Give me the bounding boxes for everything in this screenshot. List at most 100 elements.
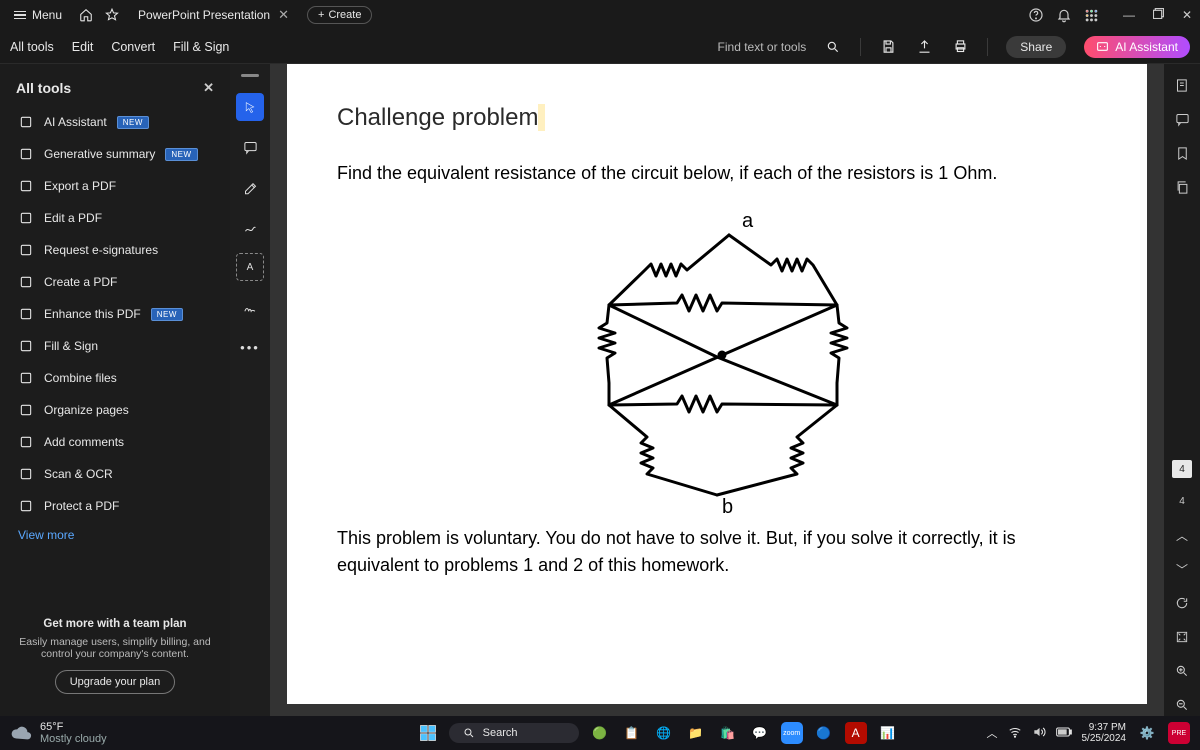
page-up-icon[interactable]: ︿ bbox=[1171, 524, 1193, 546]
ai-assistant-button[interactable]: AI Assistant bbox=[1084, 36, 1190, 58]
right-rail: 4 4 ︿ ﹀ bbox=[1164, 64, 1200, 716]
highlight-tool[interactable] bbox=[236, 173, 264, 201]
rotate-icon[interactable] bbox=[1171, 592, 1193, 614]
apps-icon[interactable] bbox=[1083, 6, 1101, 24]
sidebar-item-label: Edit a PDF bbox=[44, 211, 102, 225]
tab-all-tools[interactable]: All tools bbox=[10, 40, 54, 54]
share-button[interactable]: Share bbox=[1006, 36, 1066, 58]
minimize-icon[interactable]: — bbox=[1123, 8, 1135, 22]
close-panel-icon[interactable]: ✕ bbox=[203, 80, 214, 96]
document-tab[interactable]: PowerPoint Presentation ✕ bbox=[130, 7, 297, 23]
tray-app-2[interactable]: PRE bbox=[1168, 722, 1190, 744]
annotation-toolbar: A ••• bbox=[230, 64, 270, 716]
tool-icon bbox=[18, 338, 34, 354]
tray-app-1[interactable]: ⚙️ bbox=[1136, 722, 1158, 744]
sidebar-item[interactable]: Generative summaryNEW bbox=[10, 140, 220, 168]
bell-icon[interactable] bbox=[1055, 6, 1073, 24]
find-label[interactable]: Find text or tools bbox=[718, 40, 807, 54]
taskbar-edge[interactable]: 🌐 bbox=[653, 722, 675, 744]
view-more-link[interactable]: View more bbox=[10, 520, 220, 550]
tab-convert[interactable]: Convert bbox=[111, 40, 155, 54]
temperature: 65°F bbox=[40, 721, 107, 733]
wifi-icon[interactable] bbox=[1008, 725, 1022, 742]
star-icon[interactable] bbox=[104, 7, 120, 23]
sidebar-item[interactable]: Request e-signatures bbox=[10, 236, 220, 264]
sign-tool[interactable] bbox=[236, 293, 264, 321]
conditions: Mostly cloudy bbox=[40, 733, 107, 745]
panel-icon-1[interactable] bbox=[1171, 74, 1193, 96]
sidebar-item[interactable]: Combine files bbox=[10, 364, 220, 392]
taskbar-search[interactable]: Search bbox=[449, 723, 579, 743]
taskbar-store[interactable]: 🛍️ bbox=[717, 722, 739, 744]
clock[interactable]: 9:37 PM 5/25/2024 bbox=[1082, 722, 1127, 745]
sidebar-item[interactable]: Scan & OCR bbox=[10, 460, 220, 488]
page-current[interactable]: 4 bbox=[1172, 460, 1192, 478]
svg-text:a: a bbox=[742, 210, 754, 232]
taskbar-app-1[interactable]: 🟢 bbox=[589, 722, 611, 744]
save-icon[interactable] bbox=[879, 38, 897, 56]
zoom-out-icon[interactable] bbox=[1171, 694, 1193, 716]
start-icon[interactable] bbox=[417, 722, 439, 744]
new-badge: NEW bbox=[117, 116, 149, 129]
taskbar-chrome[interactable]: 🔵 bbox=[813, 722, 835, 744]
new-badge: NEW bbox=[151, 308, 183, 321]
sidebar-item[interactable]: Create a PDF bbox=[10, 268, 220, 296]
weather-widget[interactable]: 65°F Mostly cloudy bbox=[10, 721, 107, 745]
document-viewport[interactable]: Challenge problem Find the equivalent re… bbox=[270, 64, 1164, 716]
zoom-in-icon[interactable] bbox=[1171, 660, 1193, 682]
title-bar: Menu PowerPoint Presentation ✕ + Create … bbox=[0, 0, 1200, 30]
fit-icon[interactable] bbox=[1171, 626, 1193, 648]
upload-icon[interactable] bbox=[915, 38, 933, 56]
taskbar-app-3[interactable]: 📊 bbox=[877, 722, 899, 744]
select-tool[interactable] bbox=[236, 93, 264, 121]
taskbar-app-2[interactable]: 📋 bbox=[621, 722, 643, 744]
sidebar-item[interactable]: Protect a PDF bbox=[10, 492, 220, 520]
home-icon[interactable] bbox=[78, 7, 94, 23]
taskbar-acrobat[interactable]: A bbox=[845, 722, 867, 744]
volume-icon[interactable] bbox=[1032, 725, 1046, 742]
search-icon[interactable] bbox=[824, 38, 842, 56]
tool-icon bbox=[18, 466, 34, 482]
sidebar-item-label: Create a PDF bbox=[44, 275, 117, 289]
sidebar-item[interactable]: Enhance this PDFNEW bbox=[10, 300, 220, 328]
copy-icon[interactable] bbox=[1171, 176, 1193, 198]
tray-chevron-icon[interactable]: ︿ bbox=[987, 725, 998, 741]
close-tab-icon[interactable]: ✕ bbox=[278, 7, 289, 23]
maximize-icon[interactable] bbox=[1153, 8, 1164, 22]
upgrade-button[interactable]: Upgrade your plan bbox=[55, 670, 176, 694]
more-tools[interactable]: ••• bbox=[236, 333, 264, 361]
tab-edit[interactable]: Edit bbox=[72, 40, 94, 54]
page-down-icon[interactable]: ﹀ bbox=[1171, 558, 1193, 580]
system-tray[interactable]: ︿ 9:37 PM 5/25/2024 ⚙️ PRE bbox=[987, 722, 1191, 745]
panel-icon-2[interactable] bbox=[1171, 108, 1193, 130]
tool-icon bbox=[18, 178, 34, 194]
bookmark-icon[interactable] bbox=[1171, 142, 1193, 164]
battery-icon[interactable] bbox=[1056, 726, 1072, 741]
hamburger-icon bbox=[14, 11, 26, 20]
sidebar-item[interactable]: Fill & Sign bbox=[10, 332, 220, 360]
print-icon[interactable] bbox=[951, 38, 969, 56]
sidebar-item[interactable]: Organize pages bbox=[10, 396, 220, 424]
taskbar-discord[interactable]: 💬 bbox=[749, 722, 771, 744]
svg-text:b: b bbox=[722, 496, 733, 515]
menu-label: Menu bbox=[32, 8, 62, 22]
sidebar-item[interactable]: Edit a PDF bbox=[10, 204, 220, 232]
tab-fill-sign[interactable]: Fill & Sign bbox=[173, 40, 229, 54]
draw-tool[interactable] bbox=[236, 213, 264, 241]
create-button[interactable]: + Create bbox=[307, 6, 372, 24]
taskbar-explorer[interactable]: 📁 bbox=[685, 722, 707, 744]
text-tool[interactable]: A bbox=[236, 253, 264, 281]
sidebar-item[interactable]: Export a PDF bbox=[10, 172, 220, 200]
comment-tool[interactable] bbox=[236, 133, 264, 161]
sidebar-item[interactable]: AI AssistantNEW bbox=[10, 108, 220, 136]
taskbar-zoom[interactable]: zoom bbox=[781, 722, 803, 744]
menu-button[interactable]: Menu bbox=[8, 4, 68, 26]
drag-handle[interactable] bbox=[241, 74, 259, 77]
close-window-icon[interactable]: ✕ bbox=[1182, 8, 1192, 22]
tool-tabbar: All tools Edit Convert Fill & Sign Find … bbox=[0, 30, 1200, 64]
plus-icon: + bbox=[318, 9, 324, 21]
help-icon[interactable] bbox=[1027, 6, 1045, 24]
new-badge: NEW bbox=[165, 148, 197, 161]
sidebar-item[interactable]: Add comments bbox=[10, 428, 220, 456]
panel-title: All tools bbox=[16, 80, 71, 96]
